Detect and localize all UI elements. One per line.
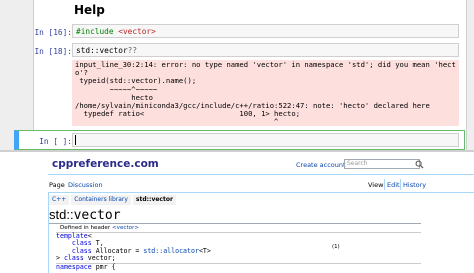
code-text: > [56,253,64,262]
page-title: std::vector [49,207,121,223]
code-text: <T> [198,246,211,255]
create-account-link[interactable]: Create account [296,161,346,169]
error-line: input_line_30:2:14: error: no type named… [75,60,456,69]
error-line: ^ [75,117,279,126]
code-text: std::vector [76,46,128,55]
markdown-heading: Help [74,3,105,17]
cppreference-pane: cppreference.com Create account Search P… [0,152,474,273]
defined-in-label: Defined in header [60,225,112,231]
code-cell-input[interactable]: std::vector?? [72,43,459,57]
breadcrumb: C++ Containers library std::vector [49,195,178,205]
breadcrumb-item[interactable]: Containers library [71,195,131,205]
tab-view[interactable]: View [368,181,383,189]
jupyter-notebook-pane: Help In [16]: #include <vector> In [18]:… [0,0,474,150]
code-text: vector; [83,253,116,262]
site-logo[interactable]: cppreference.com [52,158,159,170]
cell-prompt: In [ ]: [39,137,72,146]
help-operator: ?? [127,46,138,55]
code-type-link[interactable]: std::allocator [143,247,199,255]
tab-edit[interactable]: Edit [387,181,400,189]
tab-discussion[interactable]: Discussion [68,181,103,189]
code-text: pmr { [91,263,116,271]
defined-in-header: Defined in header <vector> [60,225,139,231]
cell-prompt: In [18]: [34,47,72,56]
code-keyword: class [63,253,84,262]
cell-prompt: In [16]: [34,28,72,37]
header-rule [48,174,474,175]
include-target: <vector> [113,27,156,36]
title-rule [49,223,421,224]
error-output: input_line_30:2:14: error: no type named… [72,60,459,126]
tab-history[interactable]: History [403,181,426,189]
declaration-number: (1) [332,244,340,250]
search-icon[interactable] [415,160,424,169]
preprocessor-directive: #include [76,27,114,36]
text-cursor [75,135,76,145]
breadcrumb-item[interactable]: C++ [49,195,70,205]
title-name: vector [73,208,121,223]
tab-page[interactable]: Page [49,181,65,189]
code-cell-input[interactable]: #include <vector> [72,24,459,38]
code-keyword: namespace [56,263,92,271]
search-input[interactable]: Search [344,159,420,169]
header-link[interactable]: <vector> [112,225,139,231]
code-line: namespace pmr { [56,263,116,271]
tab-separator [384,179,385,190]
breadcrumb-current: std::vector [132,195,176,205]
declaration-rule [56,232,421,233]
code-line: > class vector; [56,253,116,262]
active-cell-input[interactable] [72,133,459,147]
title-namespace: std:: [49,207,74,222]
tab-separator [400,179,401,190]
